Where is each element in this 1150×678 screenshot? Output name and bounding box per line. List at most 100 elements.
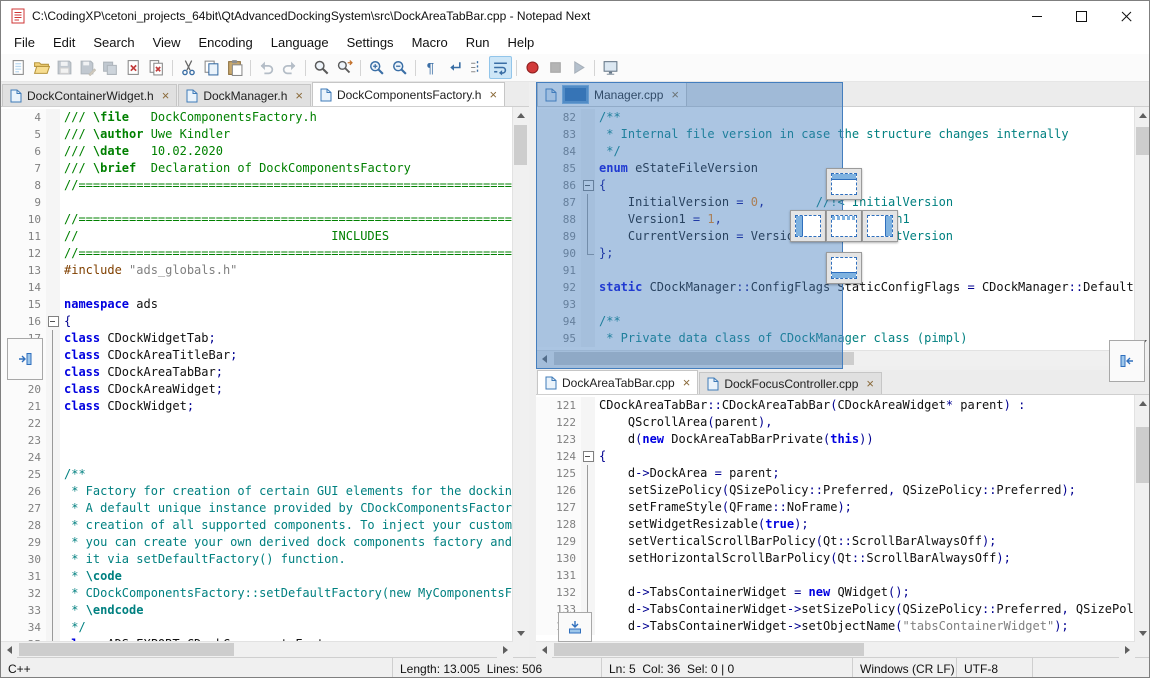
tab-dockfocuscontroller-cpp[interactable]: DockFocusController.cpp× bbox=[699, 372, 882, 394]
fold-margin bbox=[46, 160, 60, 177]
zoom-in-button[interactable] bbox=[365, 56, 388, 79]
menu-item-language[interactable]: Language bbox=[262, 33, 338, 52]
fold-margin bbox=[46, 330, 60, 347]
code-line: 11// INCLUDES bbox=[1, 228, 512, 245]
monitor-button[interactable] bbox=[599, 56, 622, 79]
left-vertical-scrollbar[interactable] bbox=[512, 107, 529, 641]
top-right-vertical-scrollbar[interactable] bbox=[1134, 107, 1150, 350]
code-line: 17class CDockWidgetTab; bbox=[1, 330, 512, 347]
tab-dockcontainerwidget-h[interactable]: DockContainerWidget.h× bbox=[2, 84, 177, 106]
fold-toggle-icon[interactable] bbox=[46, 313, 60, 330]
left-horizontal-scrollbar[interactable] bbox=[1, 641, 513, 657]
record-macro-button[interactable] bbox=[521, 56, 544, 79]
tab-dockmanager-h[interactable]: DockManager.h× bbox=[178, 84, 311, 106]
menu-item-settings[interactable]: Settings bbox=[338, 33, 403, 52]
save-all-button[interactable] bbox=[99, 56, 122, 79]
tab-dockareatabbar-cpp[interactable]: DockAreaTabBar.cpp× bbox=[537, 370, 698, 394]
code-line: 82/** bbox=[536, 109, 1134, 126]
scroll-up-icon[interactable] bbox=[1135, 107, 1150, 123]
scroll-right-icon[interactable] bbox=[497, 642, 513, 658]
scroll-down-icon[interactable] bbox=[513, 625, 529, 641]
scroll-up-icon[interactable] bbox=[513, 107, 529, 123]
menu-item-search[interactable]: Search bbox=[84, 33, 143, 52]
menu-item-encoding[interactable]: Encoding bbox=[190, 33, 262, 52]
dock-indicator-center-icon[interactable] bbox=[826, 210, 862, 242]
bottom-autohide-tab[interactable] bbox=[558, 612, 592, 642]
show-eol-button[interactable] bbox=[443, 56, 466, 79]
scroll-down-icon[interactable] bbox=[1135, 625, 1150, 641]
vertical-splitter[interactable] bbox=[529, 82, 536, 657]
fold-margin bbox=[46, 415, 60, 432]
scroll-right-icon[interactable] bbox=[1119, 642, 1135, 658]
dock-indicator-right-icon[interactable] bbox=[862, 210, 898, 242]
menu-item-help[interactable]: Help bbox=[499, 33, 544, 52]
dock-drag-handle-icon[interactable] bbox=[562, 85, 589, 104]
fold-margin bbox=[581, 516, 595, 533]
menu-item-macro[interactable]: Macro bbox=[403, 33, 457, 52]
fold-margin bbox=[581, 499, 595, 516]
top-right-horizontal-scrollbar[interactable] bbox=[536, 350, 1135, 366]
play-macro-button[interactable] bbox=[567, 56, 590, 79]
stop-macro-button[interactable] bbox=[544, 56, 567, 79]
tab-close-icon[interactable]: × bbox=[489, 88, 497, 101]
minimize-button[interactable] bbox=[1014, 1, 1059, 31]
copy-button[interactable] bbox=[200, 56, 223, 79]
fold-toggle-icon[interactable] bbox=[581, 448, 595, 465]
find-button[interactable] bbox=[310, 56, 333, 79]
maximize-button[interactable] bbox=[1059, 1, 1104, 31]
tab-close-icon[interactable]: × bbox=[671, 88, 679, 101]
scroll-up-icon[interactable] bbox=[1135, 395, 1150, 411]
bottom-right-editor[interactable]: 121CDockAreaTabBar::CDockAreaTabBar(CDoc… bbox=[536, 395, 1134, 641]
left-editor[interactable]: 4/// \file DockComponentsFactory.h5/// \… bbox=[1, 107, 512, 641]
save-as-button[interactable] bbox=[76, 56, 99, 79]
indent-guide-button[interactable] bbox=[466, 56, 489, 79]
new-file-button[interactable] bbox=[7, 56, 30, 79]
tab-close-icon[interactable]: × bbox=[295, 89, 303, 102]
line-number: 7 bbox=[1, 160, 46, 177]
scrollbar-thumb[interactable] bbox=[514, 125, 527, 165]
scrollbar-thumb[interactable] bbox=[554, 352, 854, 365]
close-all-button[interactable] bbox=[145, 56, 168, 79]
line-number: 6 bbox=[1, 143, 46, 160]
replace-button[interactable] bbox=[333, 56, 356, 79]
open-folder-button[interactable] bbox=[30, 56, 53, 79]
tab-close-icon[interactable]: × bbox=[866, 377, 874, 390]
scroll-left-icon[interactable] bbox=[1, 642, 17, 658]
redo-button[interactable] bbox=[278, 56, 301, 79]
scroll-left-icon[interactable] bbox=[536, 642, 552, 658]
menu-item-run[interactable]: Run bbox=[457, 33, 499, 52]
zoom-out-button[interactable] bbox=[388, 56, 411, 79]
tab-dockcomponentsfactory-h[interactable]: DockComponentsFactory.h× bbox=[312, 82, 505, 106]
scrollbar-thumb[interactable] bbox=[19, 643, 234, 656]
close-button[interactable] bbox=[1104, 1, 1149, 31]
dock-indicator-top-icon[interactable] bbox=[826, 168, 862, 200]
show-whitespace-button[interactable]: ¶ bbox=[420, 56, 443, 79]
code-line: 27 * A default unique instance provided … bbox=[1, 500, 512, 517]
cut-button[interactable] bbox=[177, 56, 200, 79]
menu-item-view[interactable]: View bbox=[144, 33, 190, 52]
tab-manager-cpp[interactable]: Manager.cpp× bbox=[537, 82, 687, 106]
menu-item-edit[interactable]: Edit bbox=[44, 33, 84, 52]
tab-close-icon[interactable]: × bbox=[162, 89, 170, 102]
word-wrap-button[interactable] bbox=[489, 56, 512, 79]
save-button[interactable] bbox=[53, 56, 76, 79]
scrollbar-thumb[interactable] bbox=[554, 643, 864, 656]
fold-margin bbox=[581, 465, 595, 482]
scroll-left-icon[interactable] bbox=[536, 351, 552, 367]
left-autohide-tab[interactable] bbox=[7, 338, 43, 380]
bottom-right-horizontal-scrollbar[interactable] bbox=[536, 641, 1135, 657]
fold-toggle-icon[interactable] bbox=[581, 177, 595, 194]
bottom-right-vertical-scrollbar[interactable] bbox=[1134, 395, 1150, 641]
close-file-button[interactable] bbox=[122, 56, 145, 79]
fold-margin bbox=[46, 177, 60, 194]
scrollbar-thumb[interactable] bbox=[1136, 127, 1149, 155]
paste-button[interactable] bbox=[223, 56, 246, 79]
line-number: 10 bbox=[1, 211, 46, 228]
undo-button[interactable] bbox=[255, 56, 278, 79]
right-autohide-tab[interactable] bbox=[1109, 340, 1145, 382]
menu-item-file[interactable]: File bbox=[5, 33, 44, 52]
dock-indicator-bottom-icon[interactable] bbox=[826, 252, 862, 284]
scrollbar-thumb[interactable] bbox=[1136, 427, 1149, 483]
dock-indicator-left-icon[interactable] bbox=[790, 210, 826, 242]
tab-close-icon[interactable]: × bbox=[683, 376, 691, 389]
